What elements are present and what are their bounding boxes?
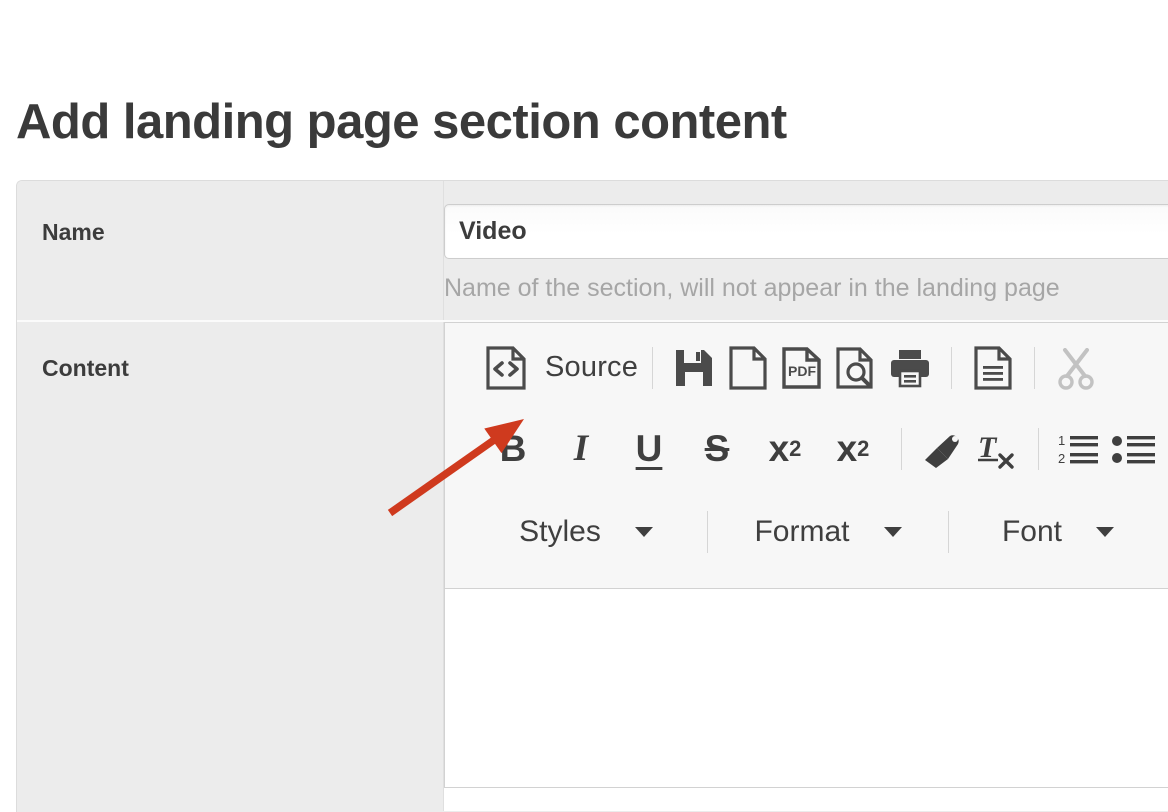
svg-text:1: 1 bbox=[1058, 433, 1065, 448]
subscript-base: x bbox=[768, 428, 790, 469]
copy-formatting-icon bbox=[920, 427, 966, 471]
font-dropdown[interactable]: Font bbox=[963, 515, 1153, 549]
toolbar-separator bbox=[951, 346, 953, 389]
italic-button[interactable]: I bbox=[547, 430, 615, 467]
bold-button[interactable]: B bbox=[479, 430, 547, 467]
page-title: Add landing page section content bbox=[16, 95, 787, 149]
toolbar-row-3: Styles Format Font bbox=[445, 489, 1168, 575]
templates-icon bbox=[974, 345, 1012, 390]
format-dropdown[interactable]: Format bbox=[722, 515, 934, 549]
cut-button[interactable] bbox=[1049, 341, 1103, 395]
rich-text-editor: Source PDF B I U S x 2 x 2 T 1 2 Styles … bbox=[444, 322, 1168, 788]
superscript-base: x bbox=[836, 428, 858, 469]
subscript-affix: 2 bbox=[789, 435, 802, 461]
toolbar-separator bbox=[901, 427, 902, 470]
chevron-down-icon bbox=[1096, 527, 1115, 537]
new-page-icon bbox=[729, 345, 767, 390]
export-pdf-button[interactable]: PDF bbox=[775, 341, 829, 395]
svg-text:2: 2 bbox=[1058, 451, 1065, 466]
pdf-icon: PDF bbox=[781, 346, 823, 390]
field-label-content: Content bbox=[17, 322, 444, 811]
superscript-affix: 2 bbox=[857, 435, 870, 461]
font-dropdown-label: Font bbox=[1001, 515, 1063, 548]
strikethrough-button[interactable]: S bbox=[683, 430, 751, 467]
form-row-name: Name Name of the section, will not appea… bbox=[17, 181, 1168, 322]
preview-button[interactable] bbox=[829, 341, 883, 395]
styles-dropdown-label: Styles bbox=[519, 515, 601, 548]
svg-text:PDF: PDF bbox=[788, 363, 816, 379]
new-page-button[interactable] bbox=[721, 341, 775, 395]
superscript-button[interactable]: x2 bbox=[819, 430, 887, 467]
field-area-content: Source PDF B I U S x 2 x 2 T 1 2 Styles … bbox=[444, 322, 1168, 811]
chevron-down-icon bbox=[634, 527, 653, 537]
toolbar-separator bbox=[707, 511, 708, 553]
source-button[interactable]: Source bbox=[479, 341, 638, 395]
print-icon bbox=[887, 347, 933, 389]
save-icon bbox=[673, 347, 715, 389]
remove-format-button[interactable]: T bbox=[970, 422, 1024, 476]
toolbar-separator bbox=[1038, 427, 1039, 470]
toolbar-row-1: Source PDF bbox=[445, 327, 1168, 408]
form-row-content: Content Source PDF B I U S x 2 x 2 T 1 2… bbox=[17, 322, 1168, 811]
source-button-label: Source bbox=[545, 351, 639, 383]
numbered-list-button[interactable]: 1 2 bbox=[1053, 422, 1107, 476]
toolbar-separator bbox=[1034, 346, 1036, 389]
numbered-list-icon: 1 2 bbox=[1057, 429, 1103, 469]
toolbar-separator bbox=[652, 346, 654, 389]
name-input[interactable] bbox=[444, 204, 1168, 259]
subscript-button[interactable]: x2 bbox=[751, 430, 819, 467]
save-button[interactable] bbox=[667, 341, 721, 395]
name-help-text: Name of the section, will not appear in … bbox=[444, 274, 1060, 302]
form-panel: Name Name of the section, will not appea… bbox=[16, 180, 1168, 812]
format-dropdown-label: Format bbox=[754, 515, 850, 548]
bulleted-list-button[interactable] bbox=[1107, 422, 1161, 476]
bulleted-list-icon bbox=[1111, 429, 1157, 469]
print-button[interactable] bbox=[883, 341, 937, 395]
editor-toolbar: Source PDF B I U S x 2 x 2 T 1 2 Styles … bbox=[445, 323, 1168, 589]
preview-icon bbox=[835, 346, 877, 390]
cut-icon bbox=[1054, 346, 1098, 390]
toolbar-row-2: B I U S x2 x2 T 1 2 bbox=[445, 408, 1168, 489]
editor-content-area[interactable] bbox=[445, 589, 1168, 787]
templates-button[interactable] bbox=[966, 341, 1020, 395]
chevron-down-icon bbox=[883, 527, 902, 537]
source-icon bbox=[479, 341, 533, 395]
field-label-name: Name bbox=[17, 181, 444, 320]
copy-formatting-button[interactable] bbox=[916, 422, 970, 476]
styles-dropdown[interactable]: Styles bbox=[479, 515, 693, 549]
remove-format-icon: T bbox=[974, 427, 1020, 471]
field-area-name: Name of the section, will not appear in … bbox=[444, 181, 1168, 320]
toolbar-separator bbox=[948, 511, 949, 553]
underline-button[interactable]: U bbox=[615, 430, 683, 467]
